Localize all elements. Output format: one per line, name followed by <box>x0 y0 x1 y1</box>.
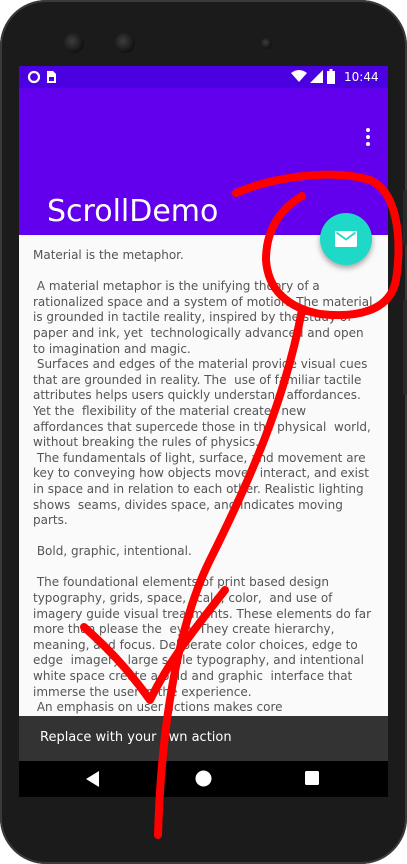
content-paragraph: A material metaphor is the unifying theo… <box>33 279 373 528</box>
front-camera-icon <box>64 33 84 53</box>
sim-card-icon <box>47 71 56 83</box>
recents-icon[interactable] <box>305 771 319 785</box>
page-title: ScrollDemo <box>47 194 219 229</box>
battery-icon <box>327 69 335 84</box>
email-icon <box>335 231 357 247</box>
screen: 10:44 ScrollDemo Material is the metapho… <box>19 66 388 797</box>
nav-bar <box>19 761 388 797</box>
more-vert-icon[interactable] <box>360 126 376 148</box>
content-paragraph: Bold, graphic, intentional. <box>33 544 192 559</box>
email-fab-button[interactable] <box>320 213 372 265</box>
sensor-icon <box>261 38 272 49</box>
volume-button <box>403 300 407 395</box>
home-icon[interactable] <box>195 770 212 787</box>
wifi-icon <box>291 70 307 82</box>
back-icon[interactable] <box>86 771 100 787</box>
status-time: 10:44 <box>344 70 379 84</box>
front-camera-icon <box>115 33 135 53</box>
phone-frame: 10:44 ScrollDemo Material is the metapho… <box>0 0 407 864</box>
content-paragraph: The foundational elements of print based… <box>33 575 372 715</box>
snackbar-text: Replace with your own action <box>40 730 232 745</box>
status-bar: 10:44 <box>19 66 388 88</box>
app-bar: ScrollDemo <box>19 88 388 235</box>
cell-signal-icon <box>310 70 323 83</box>
scroll-content[interactable]: Material is the metaphor. A material met… <box>19 235 388 716</box>
notification-circle-icon <box>27 70 41 84</box>
snackbar: Replace with your own action <box>19 716 388 761</box>
power-button <box>403 190 407 245</box>
